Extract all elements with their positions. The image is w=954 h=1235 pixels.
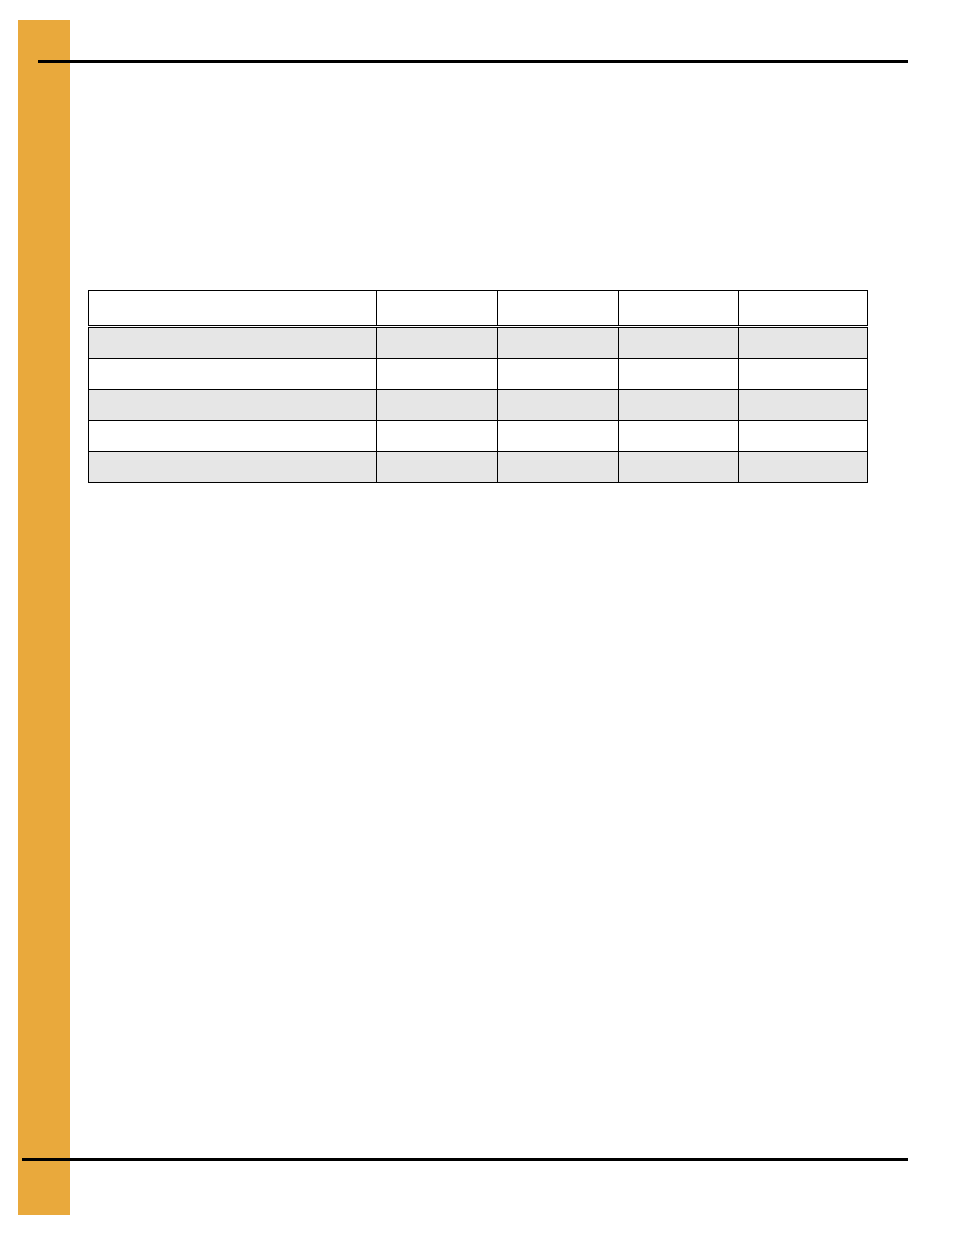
cell xyxy=(89,421,377,452)
cell xyxy=(497,390,618,421)
cell xyxy=(739,421,868,452)
cell xyxy=(739,390,868,421)
cell xyxy=(377,452,498,483)
left-accent-bar xyxy=(18,20,70,1215)
cell xyxy=(618,359,739,390)
cell xyxy=(497,452,618,483)
cell xyxy=(89,359,377,390)
th-0 xyxy=(89,291,377,327)
th-4 xyxy=(739,291,868,327)
th-3 xyxy=(618,291,739,327)
table-row xyxy=(89,452,868,483)
table-row xyxy=(89,421,868,452)
table-header-row xyxy=(89,291,868,327)
cell xyxy=(89,390,377,421)
th-2 xyxy=(497,291,618,327)
cell xyxy=(497,359,618,390)
cell xyxy=(377,327,498,359)
data-table xyxy=(88,290,868,483)
cell xyxy=(89,327,377,359)
footer-rule xyxy=(22,1158,908,1161)
header-rule xyxy=(38,60,908,63)
cell xyxy=(377,359,498,390)
cell xyxy=(618,390,739,421)
table-row xyxy=(89,390,868,421)
cell xyxy=(739,359,868,390)
cell xyxy=(739,327,868,359)
table-row xyxy=(89,327,868,359)
cell xyxy=(618,421,739,452)
cell xyxy=(618,327,739,359)
cell xyxy=(618,452,739,483)
th-1 xyxy=(377,291,498,327)
cell xyxy=(739,452,868,483)
cell xyxy=(497,327,618,359)
cell xyxy=(377,390,498,421)
cell xyxy=(89,452,377,483)
cell xyxy=(377,421,498,452)
cell xyxy=(497,421,618,452)
table-row xyxy=(89,359,868,390)
